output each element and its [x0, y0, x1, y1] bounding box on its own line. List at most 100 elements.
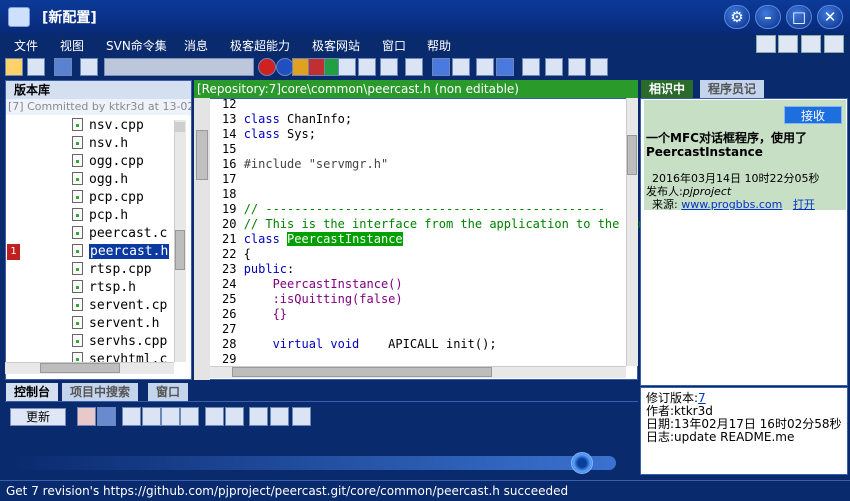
tab-programmer-notes[interactable]: 程序员记: [700, 80, 765, 98]
close-button[interactable]: ✕: [817, 5, 843, 29]
file-item[interactable]: rtsp.cpp: [72, 261, 152, 279]
star-icon[interactable]: [452, 58, 470, 76]
bug-icon[interactable]: [77, 407, 96, 426]
code-line: 22 {: [222, 247, 251, 261]
tab-repository[interactable]: 版本库: [6, 81, 191, 99]
back-icon[interactable]: [778, 35, 798, 53]
calendar-icon[interactable]: [292, 407, 311, 426]
search-icon[interactable]: [27, 58, 45, 76]
file-item[interactable]: peercast.h: [72, 243, 170, 261]
file-item[interactable]: servent.cp: [72, 297, 167, 315]
find-icon[interactable]: [358, 58, 376, 76]
revision-link[interactable]: 7: [698, 391, 706, 405]
menu-geek-power[interactable]: 极客超能力: [230, 37, 290, 54]
open-folder-icon[interactable]: [5, 58, 23, 76]
dropdown-icon[interactable]: [338, 58, 356, 76]
zoom-out-icon[interactable]: [225, 407, 244, 426]
file-item[interactable]: nsv.cpp: [72, 117, 144, 135]
file-item[interactable]: servent.h: [72, 315, 159, 333]
update-button[interactable]: 更新: [10, 408, 66, 426]
code-line: 20 // This is the interface from the app…: [222, 217, 642, 231]
close-doc-icon[interactable]: [824, 35, 844, 53]
menu-message[interactable]: 消息: [184, 37, 208, 54]
file-item[interactable]: ogg.cpp: [72, 153, 144, 171]
gutter-marker: [196, 130, 208, 180]
code-line: 14 class Sys;: [222, 127, 316, 141]
list-icon[interactable]: [522, 58, 540, 76]
menu-file[interactable]: 文件: [14, 37, 38, 54]
menu-help[interactable]: 帮助: [427, 37, 451, 54]
file-icon: [72, 280, 83, 293]
tab-project-search[interactable]: 项目中搜索: [62, 383, 139, 401]
code-line: 16 #include "servmgr.h": [222, 157, 389, 171]
open-link[interactable]: 打开: [793, 198, 815, 211]
file-item[interactable]: peercast.c: [72, 225, 167, 243]
source-link[interactable]: www.progbbs.com: [681, 198, 782, 211]
log-row: 日志:update README.me: [646, 431, 794, 443]
file-item[interactable]: ogg.h: [72, 171, 128, 189]
minimize-button[interactable]: –: [755, 5, 781, 29]
tab-window[interactable]: 窗口: [148, 383, 189, 401]
scroll-up-arrow-icon[interactable]: [175, 122, 185, 132]
file-name: nsv.h: [89, 136, 129, 151]
file-name: peercast.h: [89, 244, 170, 259]
flow-icon-4[interactable]: [180, 407, 199, 426]
forward-icon[interactable]: [801, 35, 821, 53]
tab-console[interactable]: 控制台: [6, 383, 59, 401]
document-icon[interactable]: [405, 58, 423, 76]
settings-gear-icon[interactable]: ⚙: [724, 5, 750, 29]
file-name: rtsp.h: [89, 280, 136, 295]
flag-icon[interactable]: [249, 407, 268, 426]
progress-slider[interactable]: [10, 456, 616, 470]
columns-icon[interactable]: [545, 58, 563, 76]
flow-icon-3[interactable]: [161, 407, 180, 426]
tab-meet[interactable]: 相识中: [641, 80, 694, 98]
menu-view[interactable]: 视图: [60, 37, 84, 54]
receive-button[interactable]: 接收: [784, 106, 842, 124]
change-marker: 1: [7, 244, 20, 260]
file-name: pcp.cpp: [89, 190, 144, 205]
file-item[interactable]: rtsp.h: [72, 279, 136, 297]
windows-icon[interactable]: [97, 407, 116, 426]
log-label: 日志:: [646, 430, 675, 444]
download-icon[interactable]: [496, 58, 514, 76]
replace-icon[interactable]: [380, 58, 398, 76]
flow-icon-2[interactable]: [142, 407, 161, 426]
link-icon[interactable]: [270, 407, 289, 426]
layout-icon[interactable]: [756, 35, 776, 53]
toolbar-input[interactable]: [104, 58, 254, 76]
record-icon[interactable]: [258, 58, 276, 76]
flow-icon-1[interactable]: [122, 407, 141, 426]
upload-icon[interactable]: [432, 58, 450, 76]
file-icon: [72, 172, 83, 185]
file-name: nsv.cpp: [89, 118, 144, 133]
copy-icon[interactable]: [568, 58, 586, 76]
date-label: 日期:: [646, 417, 675, 431]
file-list-hscroll-thumb[interactable]: [40, 363, 120, 373]
monitor-icon[interactable]: [54, 58, 72, 76]
menu-geek-sites[interactable]: 极客网站: [312, 37, 360, 54]
maximize-button[interactable]: □: [786, 5, 812, 29]
file-item[interactable]: nsv.h: [72, 135, 128, 153]
file-name: peercast.c: [89, 226, 168, 241]
menu-svn[interactable]: SVN命令集: [106, 37, 167, 54]
revision-label: 修订版本:: [646, 391, 699, 405]
refresh-icon[interactable]: [590, 58, 608, 76]
code-line: 23 public:: [222, 262, 295, 276]
author-row: 作者:ktkr3d: [646, 405, 713, 417]
file-item[interactable]: pcp.cpp: [72, 189, 144, 207]
file-list-scroll-thumb[interactable]: [175, 230, 185, 270]
file-item[interactable]: servhs.cpp: [72, 333, 167, 351]
editor-hscroll-thumb[interactable]: [232, 367, 492, 377]
code-line: 17: [222, 172, 237, 186]
slider-knob[interactable]: [571, 452, 593, 474]
sparkle-icon[interactable]: [476, 58, 494, 76]
file-item[interactable]: pcp.h: [72, 207, 128, 225]
editor-scroll-thumb[interactable]: [627, 135, 637, 175]
file-name: rtsp.cpp: [89, 262, 152, 277]
revision-row: 修订版本:7: [646, 392, 706, 404]
filter-icon[interactable]: [80, 58, 98, 76]
menu-window[interactable]: 窗口: [382, 37, 406, 54]
window-title: [新配置]: [42, 10, 97, 26]
zoom-in-icon[interactable]: [205, 407, 224, 426]
